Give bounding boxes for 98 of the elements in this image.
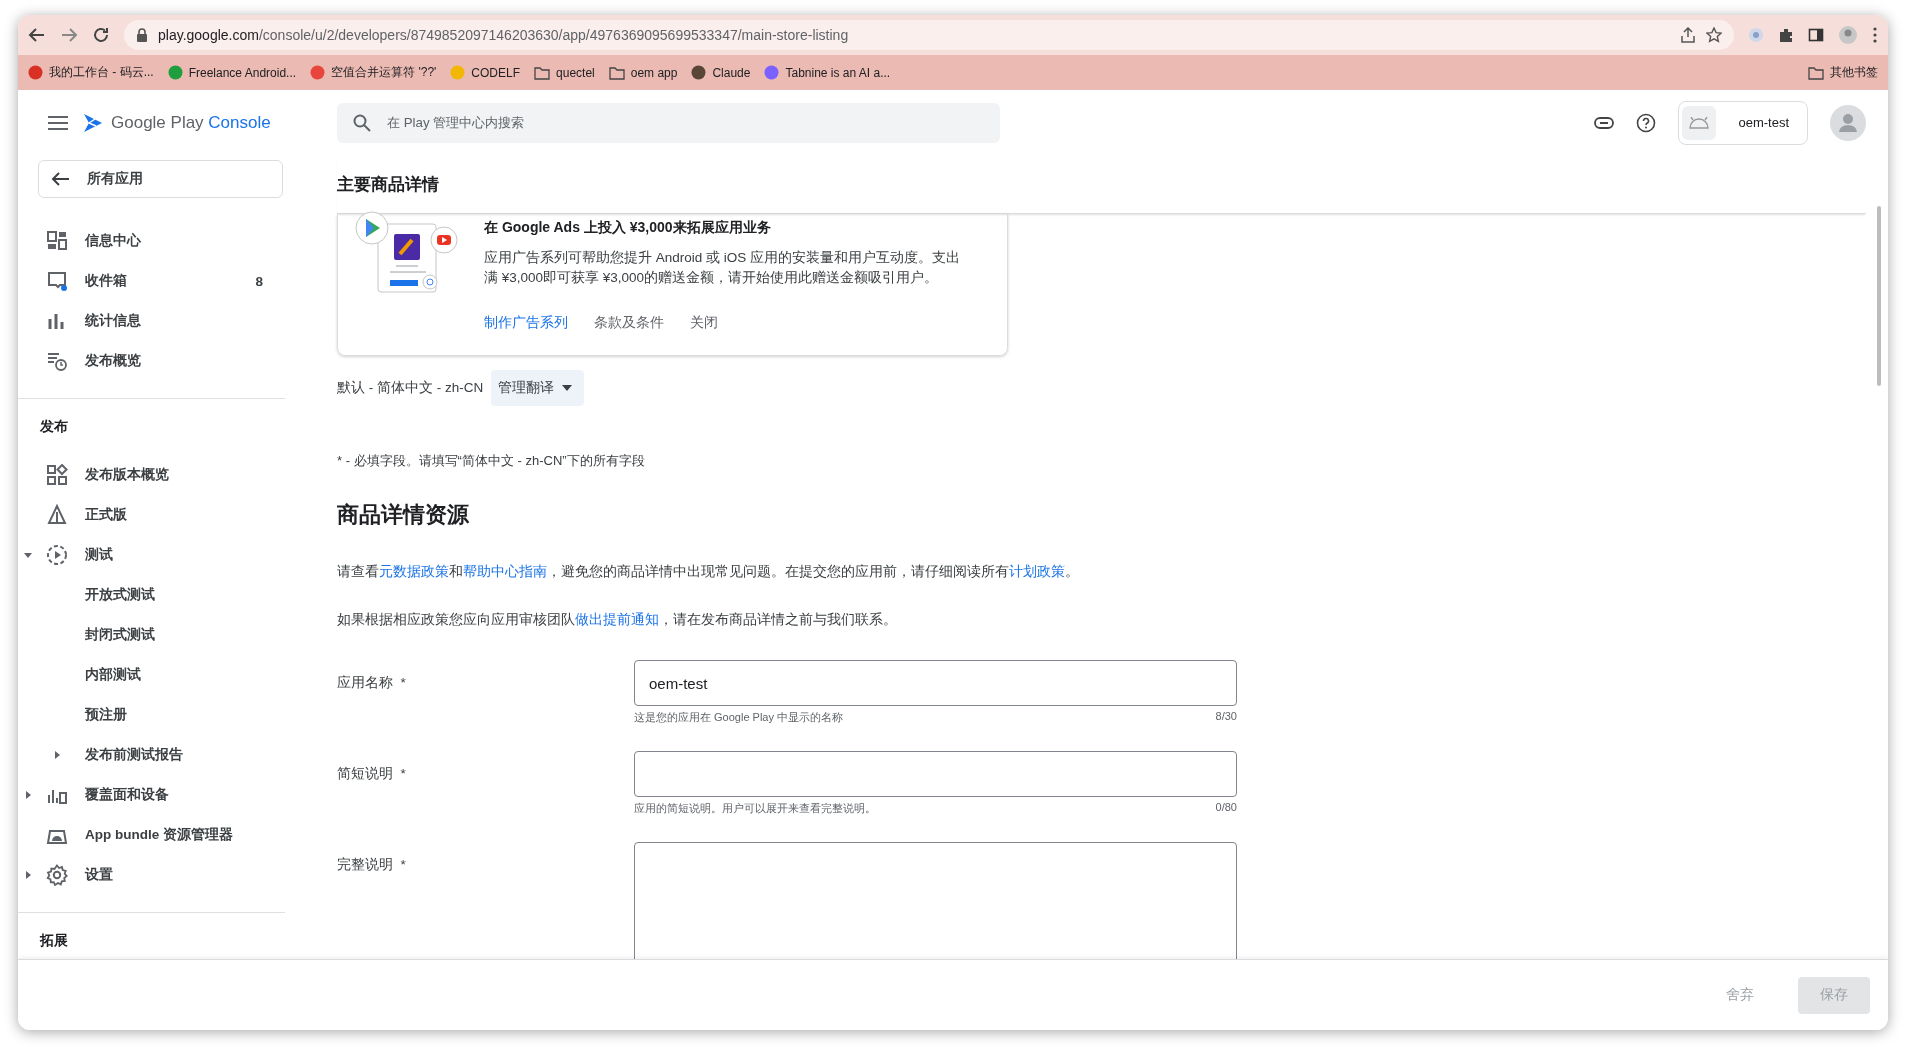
menu-icon[interactable] [48, 115, 68, 130]
policy-text: 请查看元数据政策和帮助中心指南，避免您的商品详情中出现常见问题。在提交您的应用前，请仔细阅读所有计划政策。 [337, 563, 1080, 581]
caret-icon[interactable] [52, 750, 62, 760]
text-button[interactable]: 关闭 [690, 314, 718, 332]
bookmark[interactable]: quectel [534, 65, 595, 80]
helper-text: 这是您的应用在 Google Play 中显示的名称 [634, 710, 844, 725]
manage-translations-button[interactable]: 管理翻译 [491, 370, 585, 406]
search-field[interactable]: 在 Play 管理中心内搜索 [385, 114, 984, 131]
bookmark[interactable]: Tabnine is an AI a... [764, 65, 891, 80]
nav-icon [46, 544, 68, 566]
field-label: 完整说明 * [337, 856, 406, 874]
site-icon [28, 65, 43, 80]
puzzle-icon[interactable] [1778, 27, 1794, 43]
nav-item[interactable]: 发布概览 [85, 341, 141, 381]
nav-item[interactable]: App bundle 资源管理器 [85, 815, 233, 855]
nav-item[interactable]: 封闭式测试 [85, 615, 155, 655]
section-title: 商品详情资源 [337, 501, 470, 529]
character-counter: 8/30 [1215, 710, 1237, 724]
menu-dots-icon[interactable] [1872, 27, 1878, 43]
share-icon[interactable] [1680, 27, 1696, 43]
site-icon [691, 65, 707, 80]
bookmark[interactable]: CODELF [450, 65, 521, 80]
bookmark[interactable]: 空值合并运算符 '??' [310, 64, 437, 81]
nav-item[interactable]: 预注册 [85, 695, 127, 735]
link[interactable]: 帮助中心指南 [463, 564, 547, 579]
nav-item[interactable]: 发布版本概览 [85, 455, 169, 495]
scrollbar-thumb[interactable] [1877, 206, 1881, 386]
helper-text: 应用的简短说明。用户可以展开来查看完整说明。 [634, 801, 876, 816]
back-icon[interactable] [28, 26, 46, 44]
policy-text: 如果根据相应政策您应向应用审核团队做出提前通知，请在发布商品详情之前与我们联系。 [337, 611, 898, 629]
caret-icon[interactable] [23, 790, 33, 800]
app-logo[interactable]: Google Play Console [82, 111, 271, 134]
nav-item[interactable]: 测试 [85, 535, 113, 575]
nav-item[interactable]: 收件箱 [85, 261, 127, 301]
lock-icon [136, 28, 148, 42]
text-button[interactable]: 条款及条件 [594, 314, 664, 332]
section-heading: 拓展 [38, 932, 69, 950]
nav-icon [46, 270, 68, 292]
nav-item[interactable]: 内部测试 [85, 655, 141, 695]
nav-icon [46, 504, 68, 526]
bookmark[interactable]: oem app [608, 65, 678, 80]
nav-item[interactable]: 开放式测试 [85, 575, 155, 615]
page-title: 主要商品详情 [337, 173, 439, 196]
site-icon [764, 65, 780, 80]
folder-icon [534, 65, 551, 80]
back-arrow-icon [51, 172, 69, 186]
link[interactable]: 元数据政策 [379, 564, 449, 579]
avatar-icon[interactable] [1830, 104, 1866, 141]
text-field[interactable]: oem-test [634, 660, 1237, 706]
bookmark[interactable]: Freelance Android... [167, 65, 297, 80]
nav-item[interactable]: 覆盖面和设备 [85, 775, 169, 815]
nav-icon [46, 230, 68, 252]
text-field[interactable] [634, 751, 1237, 797]
link[interactable]: 计划政策 [1009, 564, 1065, 579]
site-icon [167, 65, 183, 80]
language-label: 默认 - 简体中文 - zh-CN [337, 379, 484, 397]
nav-item[interactable]: 正式版 [85, 495, 127, 535]
bookmark[interactable]: Claude [691, 65, 751, 80]
link[interactable]: 制作广告系列 [484, 314, 568, 332]
count-label: 8 [255, 273, 263, 289]
section-heading: 发布 [39, 418, 69, 436]
nav-icon [46, 464, 68, 486]
bookmark[interactable]: 我的工作台 - 码云... [28, 64, 154, 81]
promo-text: 应用广告系列可帮助您提升 Android 或 iOS 应用的安装量和用户互动度。支出满 ¥3,000即可获享 ¥3,000的赠送金额，请开始使用此赠送金额吸引用户。 [484, 249, 962, 287]
site-icon [450, 65, 466, 80]
avatar-icon[interactable] [1838, 25, 1858, 45]
field-label: 简短说明 * [337, 765, 406, 783]
field-label: 应用名称 * [337, 674, 406, 692]
caret-icon[interactable] [23, 550, 33, 560]
nav-item[interactable]: 统计信息 [85, 301, 141, 341]
nav-item[interactable]: 设置 [85, 855, 113, 895]
star-icon[interactable] [1706, 27, 1722, 43]
account-chip[interactable]: oem-test [1678, 100, 1808, 145]
all-apps-button[interactable]: 所有应用 [38, 160, 283, 198]
caret-icon [562, 385, 573, 391]
play-logo-icon [82, 111, 104, 134]
nav-icon [46, 864, 68, 886]
search-icon [353, 113, 371, 132]
promo-title: 在 Google Ads 上投入 ¥3,000来拓展应用业务 [484, 218, 772, 236]
caret-icon[interactable] [23, 870, 33, 880]
bookmark-folder[interactable]: 其他书签 [1808, 64, 1878, 81]
reload-icon[interactable] [92, 26, 110, 44]
search-bar[interactable]: 在 Play 管理中心内搜索 [337, 102, 1000, 143]
folder-icon [608, 65, 625, 80]
help-icon[interactable] [1636, 112, 1657, 133]
forward-icon[interactable] [60, 26, 78, 44]
character-counter: 0/80 [1215, 801, 1237, 815]
sidebar-icon[interactable] [1808, 27, 1824, 43]
required-note: * - 必填字段。请填写“简体中文 - zh-CN”下的所有字段 [337, 452, 646, 470]
site-icon [310, 65, 326, 80]
link[interactable]: 做出提前通知 [575, 612, 659, 627]
nav-item[interactable]: 发布前测试报告 [85, 735, 183, 775]
folder-icon [1808, 65, 1824, 80]
android-icon [1689, 116, 1710, 129]
link-icon[interactable] [1594, 116, 1615, 129]
nav-item[interactable]: 信息中心 [85, 221, 141, 261]
address-bar[interactable]: play.google.com/console/u/2/developers/8749852097146203630/app/4976369095699533347/main-store-listing [124, 20, 1734, 50]
nav-icon [46, 350, 68, 372]
